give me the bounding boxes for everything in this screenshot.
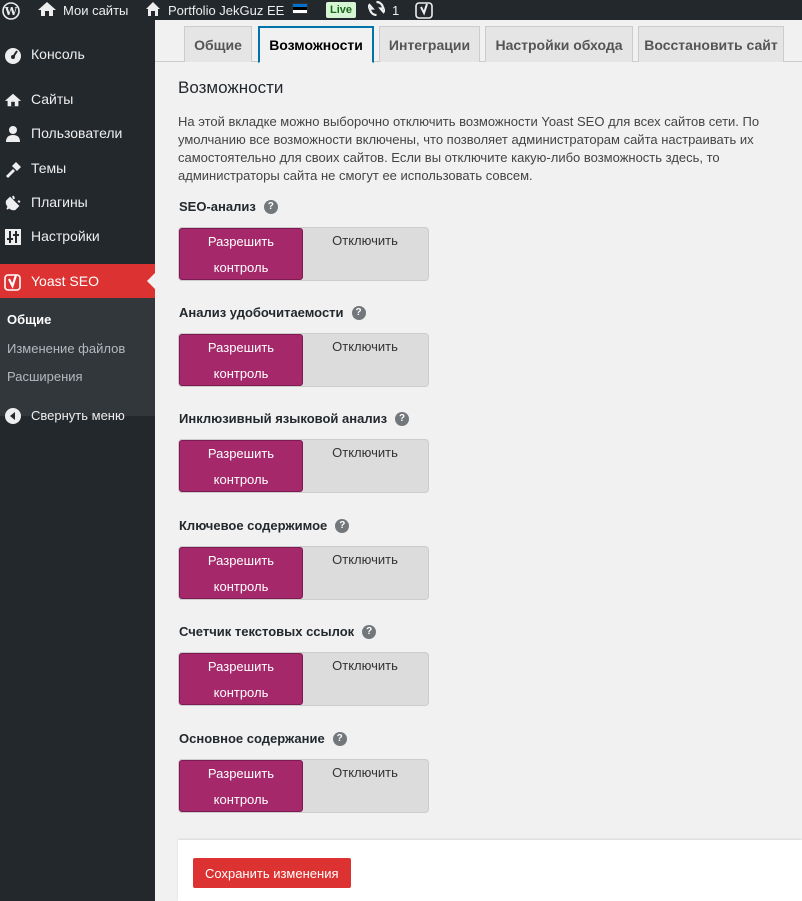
collapse-menu-label: Свернуть меню [31,407,125,423]
feature-label: Основное содержание [179,731,325,746]
feature-readability-analysis: Анализ удобочитаемости ? Разрешить контр… [178,305,439,387]
sidebar-item-label: Пользователи [31,125,123,141]
feature-inclusive-language: Инклюзивный языковой анализ ? Разрешить … [178,411,439,493]
tab-integrations[interactable]: Интеграции [379,26,480,62]
my-sites-label: Мои сайты [63,2,129,18]
tab-restore-site[interactable]: Восстановить сайт [638,26,784,62]
feature-label: Счетчик текстовых ссылок [179,624,355,639]
feature-main-content: Основное содержание ? Разрешить контроль… [178,731,439,813]
feature-seo-analysis: SEO-анализ ? Разрешить контроль Отключит… [178,199,439,281]
admin-bar: W Мои сайты Portfolio JekGuz EE Live 1 [0,0,802,20]
save-changes-button[interactable]: Сохранить изменения [193,858,351,888]
sidebar-item-themes[interactable]: Темы [0,151,155,185]
sidebar-item-label: Настройки [31,228,100,244]
sidebar-item-label: Темы [31,160,67,176]
users-icon [4,125,22,143]
tab-general[interactable]: Общие [184,26,252,62]
sidebar-item-label: Консоль [31,46,85,62]
admin-sidebar: Консоль Сайты Пользователи Темы Плагины … [0,20,155,901]
wordpress-logo-icon[interactable]: W [2,1,20,21]
allow-control-option[interactable]: Разрешить контроль [179,440,303,492]
estonia-flag-icon [292,3,308,14]
disable-option[interactable]: Отключить [303,334,427,386]
feature-cornerstone-content: Ключевое содержимое ? Разрешить контроль… [178,518,439,600]
intro-text: На этой вкладке можно выборочно отключит… [178,114,760,183]
allow-control-option[interactable]: Разрешить контроль [179,334,303,386]
help-icon[interactable]: ? [351,305,366,320]
submenu-item-extensions[interactable]: Расширения [7,369,83,384]
site-name-label: Portfolio JekGuz EE [168,2,285,18]
feature-label: Анализ удобочитаемости [179,305,344,320]
sticky-save-bar: Сохранить изменения [178,840,802,901]
updates-count: 1 [392,2,400,18]
my-sites-icon [37,1,57,20]
sidebar-item-plugins[interactable]: Плагины [0,185,155,219]
tab-features[interactable]: Возможности [258,26,374,63]
home-icon [145,1,161,20]
feature-toggle[interactable]: Разрешить контроль Отключить [178,439,429,493]
page-title: Возможности [178,78,284,97]
feature-toggle[interactable]: Разрешить контроль Отключить [178,333,429,387]
help-icon[interactable]: ? [332,731,347,746]
disable-option[interactable]: Отключить [303,228,427,280]
yoast-icon [4,273,22,291]
main-content: Общие Возможности Интеграции Настройки о… [155,20,802,901]
disable-option[interactable]: Отключить [303,440,427,492]
feature-toggle[interactable]: Разрешить контроль Отключить [178,227,429,281]
updates-menu[interactable]: 1 [364,0,400,20]
sidebar-item-yoast-seo[interactable]: Yoast SEO [0,264,155,298]
dashboard-icon [4,46,22,64]
collapse-arrow-icon [4,407,22,425]
feature-label: SEO-анализ [179,199,256,214]
allow-control-option[interactable]: Разрешить контроль [179,653,303,705]
sidebar-item-label: Yoast SEO [31,273,99,289]
collapse-menu-button[interactable]: Свернуть меню [0,398,155,432]
sidebar-item-sites[interactable]: Сайты [0,82,155,116]
submenu-item-file-editor[interactable]: Изменение файлов [7,341,125,356]
feature-label: Ключевое содержимое [179,518,328,533]
disable-option[interactable]: Отключить [303,547,427,599]
sidebar-item-label: Плагины [31,194,88,210]
settings-icon [4,228,22,246]
disable-option[interactable]: Отключить [303,653,427,705]
allow-control-option[interactable]: Разрешить контроль [179,547,303,599]
svg-text:W: W [4,5,18,18]
network-sites-icon [4,91,22,109]
help-icon[interactable]: ? [263,199,278,214]
site-name-menu[interactable]: Portfolio JekGuz EE [145,0,284,20]
nav-tabs: Общие Возможности Интеграции Настройки о… [155,20,802,63]
themes-icon [4,160,22,178]
feature-toggle[interactable]: Разрешить контроль Отключить [178,546,429,600]
feature-toggle[interactable]: Разрешить контроль Отключить [178,759,429,813]
help-icon[interactable]: ? [335,518,350,533]
submenu-item-general[interactable]: Общие [7,312,51,327]
updates-icon [364,0,389,20]
feature-toggle[interactable]: Разрешить контроль Отключить [178,652,429,706]
my-sites-menu[interactable]: Мои сайты [37,0,128,20]
feature-text-link-counter: Счетчик текстовых ссылок ? Разрешить кон… [178,624,439,706]
help-icon[interactable]: ? [395,411,410,426]
allow-control-option[interactable]: Разрешить контроль [179,760,303,812]
allow-control-option[interactable]: Разрешить контроль [179,228,303,280]
plugins-icon [4,194,22,212]
feature-label: Инклюзивный языковой анализ [179,411,388,426]
sidebar-item-settings[interactable]: Настройки [0,219,155,253]
sidebar-item-console[interactable]: Консоль [0,37,155,71]
live-badge[interactable]: Live [326,2,357,18]
help-icon[interactable]: ? [362,624,377,639]
yoast-adminbar-icon[interactable] [415,1,433,22]
sidebar-item-users[interactable]: Пользователи [0,116,155,150]
sidebar-item-label: Сайты [31,91,74,107]
disable-option[interactable]: Отключить [303,760,427,812]
tab-crawl-settings[interactable]: Настройки обхода [485,26,633,62]
